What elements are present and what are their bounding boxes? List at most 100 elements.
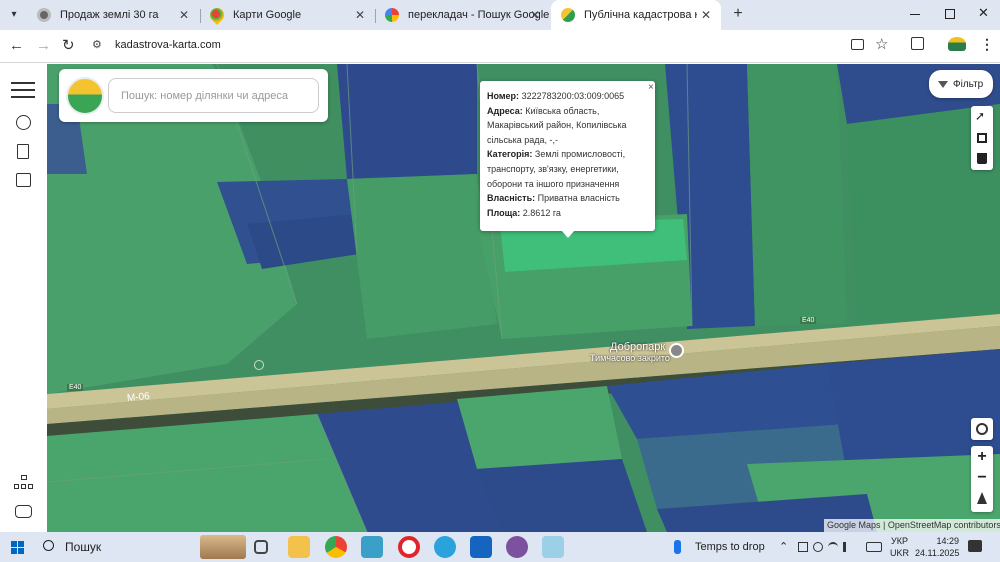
map-attribution: Google Maps | OpenStreetMap contributors <box>824 519 1000 532</box>
locate-button[interactable] <box>971 418 993 440</box>
clock[interactable]: 14:29 24.11.2025 <box>915 535 959 559</box>
vpn-app-icon[interactable] <box>361 536 383 558</box>
draw-polygon-icon[interactable] <box>977 133 987 143</box>
weather-text[interactable]: Temps to drop <box>695 541 765 553</box>
attribution-osm-link[interactable]: OpenStreetMap contributors <box>888 520 1000 530</box>
browser-menu-icon[interactable]: ⋮ <box>980 36 994 53</box>
filter-icon <box>938 80 948 88</box>
forward-button[interactable]: → <box>36 37 51 54</box>
close-tab-icon[interactable]: ✕ <box>696 8 711 22</box>
document-icon[interactable] <box>17 144 29 159</box>
url-text: kadastrova-karta.com <box>115 39 221 51</box>
bookmark-star-icon[interactable]: ☆ <box>875 35 888 53</box>
maps-icon <box>207 5 227 25</box>
site-icon <box>37 8 51 22</box>
tab-list-button[interactable]: ▾ <box>6 7 22 23</box>
restore-button[interactable] <box>945 9 955 19</box>
tab-label: Публічна кадастрова карта Ук <box>584 9 709 21</box>
drive-icon <box>798 542 808 552</box>
profile-avatar[interactable] <box>948 37 966 51</box>
tab-translator-search[interactable]: перекладач - Пошук Google ✕ <box>375 0 550 30</box>
install-app-icon[interactable] <box>851 39 864 50</box>
popup-category-row: Категорія: Землі промисловості, транспор… <box>487 147 648 191</box>
outlook-icon[interactable] <box>470 536 492 558</box>
address-label: Адреса: <box>487 105 523 116</box>
weather-icon[interactable] <box>674 540 681 554</box>
clock-date: 24.11.2025 <box>915 548 960 558</box>
address-bar[interactable]: ⚙ kadastrova-karta.com <box>84 33 904 59</box>
keyboard-icon[interactable] <box>866 542 882 552</box>
reset-bearing-icon[interactable] <box>977 492 987 504</box>
search-placeholder: Пошук: номер ділянки чи адреса <box>121 90 288 102</box>
poi-marker-icon[interactable] <box>669 343 684 358</box>
tab-land-sale[interactable]: Продаж землі 30 га ✕ <box>27 0 199 30</box>
zoom-out-button[interactable]: − <box>971 468 993 490</box>
parcel-ownership: Приватна власність <box>537 193 620 204</box>
search-highlight-image <box>200 535 246 559</box>
popup-ownership-row: Власність: Приватна власність <box>487 191 648 206</box>
search-input[interactable]: Пошук: номер ділянки чи адреса <box>108 78 319 113</box>
new-tab-button[interactable]: + <box>730 6 746 22</box>
tray-icons[interactable] <box>798 542 862 554</box>
search-icon <box>43 540 54 551</box>
notifications-icon[interactable] <box>968 540 982 552</box>
back-button[interactable]: ← <box>9 37 24 54</box>
site-logo[interactable] <box>66 77 104 115</box>
input-language[interactable]: УКР UKR <box>890 535 909 559</box>
taskbar-search[interactable]: Пошук <box>37 535 247 559</box>
close-window-button[interactable]: ✕ <box>978 5 989 21</box>
transit-marker-icon[interactable] <box>254 360 264 370</box>
attribution-separator: | <box>880 520 888 530</box>
task-view-icon[interactable] <box>254 540 268 554</box>
close-tab-icon[interactable]: ✕ <box>530 8 540 22</box>
delete-shape-icon[interactable] <box>977 153 987 164</box>
draw-line-icon[interactable]: ➚ <box>975 109 985 123</box>
chat-icon[interactable] <box>15 505 32 518</box>
popup-close-button[interactable]: × <box>648 82 654 93</box>
hamburger-menu-icon[interactable] <box>11 82 35 98</box>
attribution-google-link[interactable]: Google Maps <box>827 520 881 530</box>
minimize-button[interactable] <box>910 14 920 15</box>
windows-start-icon[interactable] <box>11 541 24 554</box>
lang-top: УКР <box>891 536 908 546</box>
category-label: Категорія: <box>487 149 533 160</box>
zoom-in-button[interactable]: + <box>971 446 993 468</box>
monitor-icon <box>813 542 823 552</box>
history-icon[interactable] <box>16 115 31 130</box>
tab-label: перекладач - Пошук Google <box>408 9 550 21</box>
file-explorer-icon[interactable] <box>288 536 310 558</box>
popup-address-row: Адреса: Київська область, Макарівський р… <box>487 104 648 148</box>
reload-button[interactable]: ↻ <box>62 36 75 54</box>
notes-app-icon[interactable] <box>542 536 564 558</box>
close-tab-icon[interactable]: ✕ <box>179 8 189 22</box>
tab-label: Продаж землі 30 га <box>60 9 159 21</box>
locate-icon <box>976 423 988 435</box>
tab-google-maps[interactable]: Карти Google ✕ <box>200 0 375 30</box>
tab-label: Карти Google <box>233 9 302 21</box>
org-structure-icon[interactable] <box>14 475 33 491</box>
opera-icon[interactable] <box>398 536 420 558</box>
clock-time: 14:29 <box>936 536 959 546</box>
site-info-icon[interactable]: ⚙ <box>92 38 102 51</box>
road-label-e40-right: E40 <box>800 317 817 324</box>
cadastre-icon <box>561 8 575 22</box>
book-icon[interactable] <box>16 173 31 187</box>
tab-cadastre-map[interactable]: Публічна кадастрова карта Ук ✕ <box>551 0 721 30</box>
filter-button[interactable]: Фільтр <box>929 70 993 98</box>
show-hidden-icons[interactable]: ⌃ <box>779 540 788 553</box>
number-label: Номер: <box>487 91 520 101</box>
poi-status: Тимчасово закрито <box>590 353 670 363</box>
popup-area-row: Площа: 2.8612 га <box>487 206 648 221</box>
extensions-icon[interactable] <box>911 37 924 50</box>
left-rail <box>0 64 47 532</box>
poi-name[interactable]: Добропарк <box>610 341 665 353</box>
popup-tip <box>561 230 575 238</box>
wifi-icon <box>828 542 838 552</box>
parcel-area: 2.8612 га <box>522 207 561 218</box>
close-tab-icon[interactable]: ✕ <box>355 8 365 22</box>
telegram-icon[interactable] <box>434 536 456 558</box>
filter-label: Фільтр <box>953 78 984 90</box>
parcel-number: 3222783200:03:009:0065 <box>521 91 625 101</box>
chrome-icon[interactable] <box>325 536 347 558</box>
viber-icon[interactable] <box>506 536 528 558</box>
